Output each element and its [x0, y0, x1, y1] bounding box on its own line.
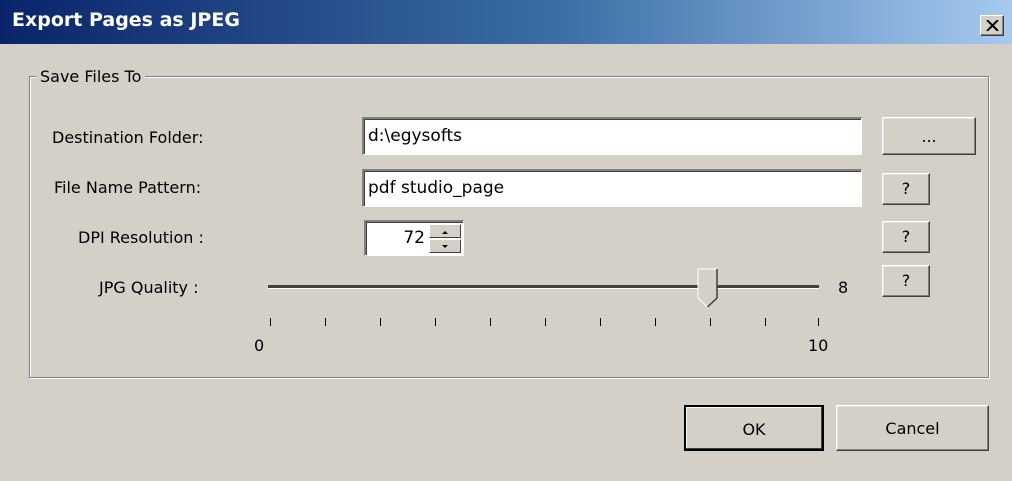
browse-button[interactable]: ...	[882, 117, 976, 155]
cancel-button[interactable]: Cancel	[836, 405, 989, 451]
slider-tick	[435, 318, 436, 326]
slider-tick	[270, 318, 271, 326]
group-legend: Save Files To	[36, 67, 146, 86]
slider-tick	[655, 318, 656, 326]
file-name-pattern-input[interactable]: pdf studio_page	[362, 169, 862, 207]
slider-tick	[765, 318, 766, 326]
dialog-title: Export Pages as JPEG	[12, 9, 240, 31]
quality-help-button[interactable]: ?	[882, 265, 930, 297]
slider-max-label: 10	[808, 336, 829, 355]
dpi-help-button[interactable]: ?	[882, 221, 930, 253]
slider-tick	[325, 318, 326, 326]
file-pattern-help-button[interactable]: ?	[882, 173, 930, 205]
quality-slider-thumb[interactable]	[697, 268, 719, 308]
dpi-resolution-label: DPI Resolution :	[78, 228, 204, 247]
ok-button[interactable]: OK	[684, 405, 824, 451]
quality-value: 8	[838, 278, 849, 297]
slider-tick	[490, 318, 491, 326]
slider-min-label: 0	[254, 336, 265, 355]
jpg-quality-label: JPG Quality :	[99, 278, 199, 297]
slider-tick	[710, 318, 711, 326]
arrow-up-icon	[442, 231, 448, 234]
slider-tick	[600, 318, 601, 326]
close-button[interactable]	[980, 15, 1004, 36]
destination-folder-input[interactable]: d:\egysofts	[362, 117, 862, 155]
dpi-decrement-button[interactable]	[429, 239, 461, 253]
dpi-value[interactable]: 72	[403, 228, 425, 248]
title-bar[interactable]: Export Pages as JPEG	[0, 0, 1012, 44]
export-jpeg-dialog: Export Pages as JPEG Save Files To Desti…	[0, 0, 1012, 481]
slider-tick	[545, 318, 546, 326]
slider-tick	[818, 318, 819, 326]
file-name-pattern-label: File Name Pattern:	[54, 178, 202, 197]
arrow-down-icon	[442, 245, 448, 248]
slider-tick	[380, 318, 381, 326]
dpi-spinner[interactable]: 72	[364, 220, 464, 256]
dpi-increment-button[interactable]	[429, 224, 461, 238]
close-icon	[986, 20, 999, 31]
destination-folder-label: Destination Folder:	[52, 128, 204, 147]
quality-slider-track[interactable]	[268, 285, 819, 289]
